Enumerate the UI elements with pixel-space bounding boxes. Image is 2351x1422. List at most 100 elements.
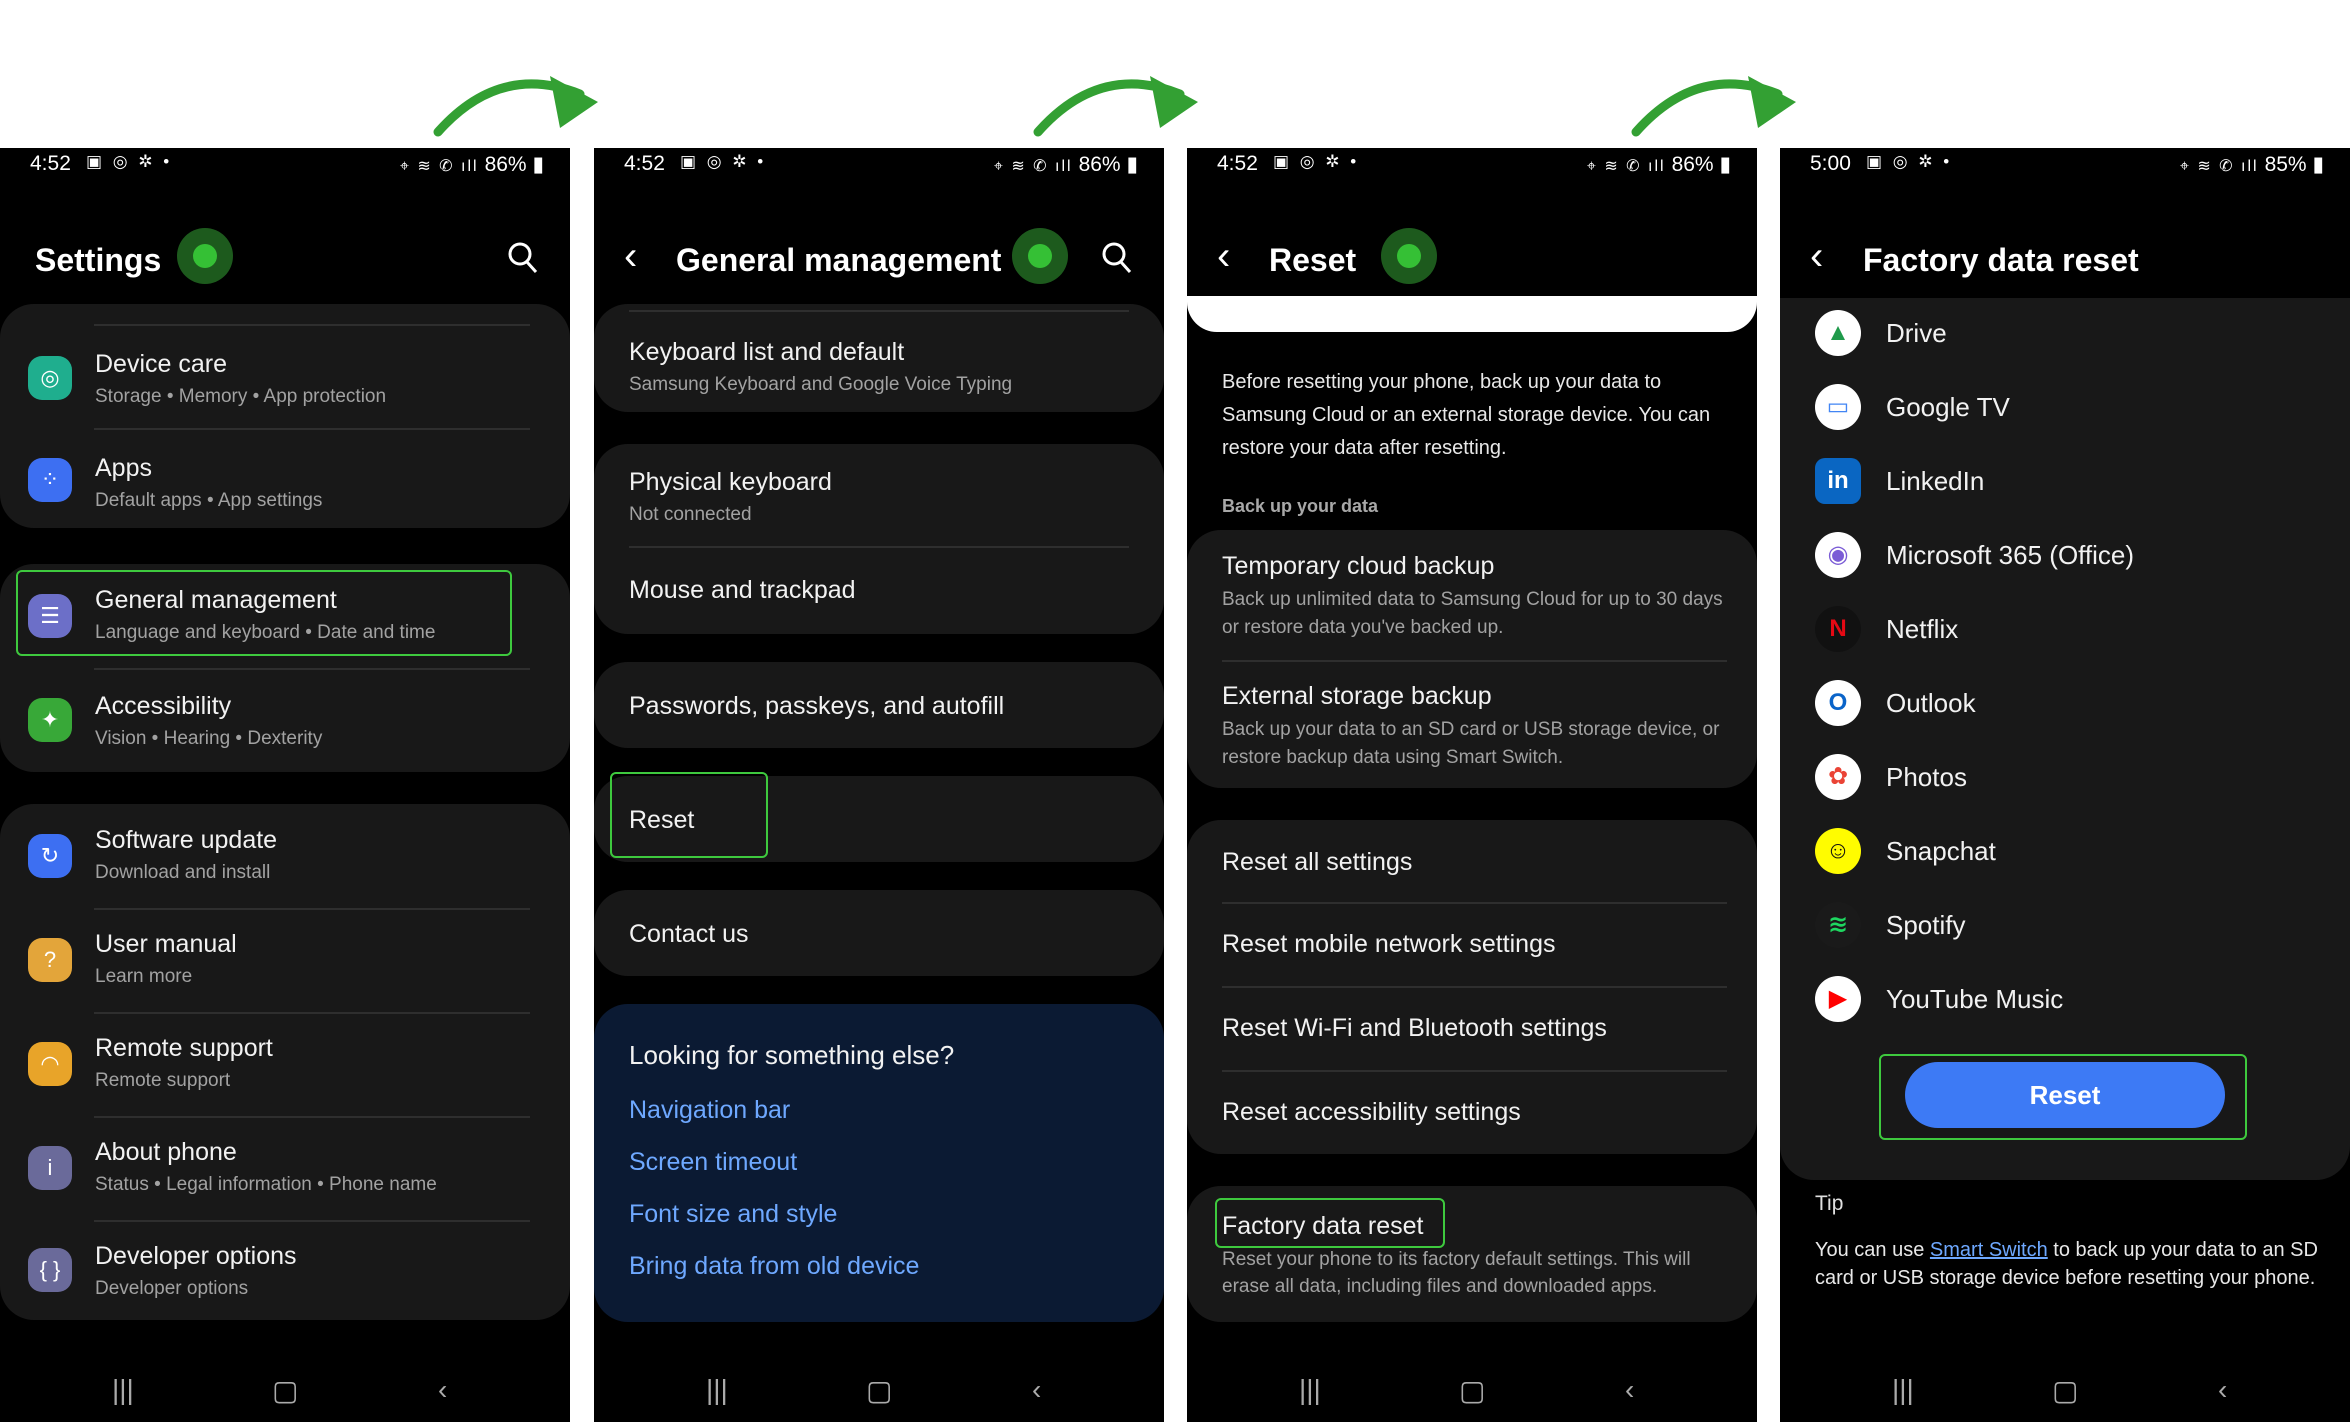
accessibility-icon: ✦ bbox=[28, 698, 72, 742]
settings-card: Passwords, passkeys, and autofill bbox=[594, 662, 1164, 748]
item-reset-accessibility[interactable]: Reset accessibility settings bbox=[1187, 1072, 1757, 1154]
back-arrow-icon[interactable]: ‹ bbox=[624, 236, 637, 276]
page-title: General management bbox=[676, 242, 1002, 278]
notification-icons: ▣ ◎ ✲ • bbox=[680, 152, 767, 171]
notification-icons: ▣ ◎ ✲ • bbox=[86, 152, 173, 171]
nav-bar: ||| ▢ ‹ bbox=[1187, 1374, 1757, 1414]
factory-reset-card: Factory data reset Reset your phone to i… bbox=[1187, 1186, 1757, 1322]
snapchat-icon: ☺ bbox=[1815, 828, 1861, 874]
back-icon[interactable]: ‹ bbox=[438, 1374, 447, 1406]
suggestions-card: Looking for something else? Navigation b… bbox=[594, 1004, 1164, 1322]
header: ‹ General management bbox=[594, 228, 1164, 292]
app-list-card: ▲ Drive ▭ Google TV in LinkedIn ◉ Micros… bbox=[1780, 298, 2350, 1180]
item-reset-mobile-network[interactable]: Reset mobile network settings bbox=[1187, 904, 1757, 986]
settings-card: ↻ Software update Download and install ?… bbox=[0, 804, 570, 1320]
back-icon[interactable]: ‹ bbox=[1625, 1374, 1634, 1406]
status-time: 4:52 bbox=[1217, 152, 1258, 175]
section-header: Back up your data bbox=[1222, 496, 1379, 516]
youtube-music-icon: ▶ bbox=[1815, 976, 1861, 1022]
settings-item-developer-options[interactable]: { } Developer options Developer options bbox=[0, 1222, 570, 1318]
outlook-icon: O bbox=[1815, 680, 1861, 726]
home-icon[interactable]: ▢ bbox=[272, 1374, 298, 1407]
backup-card: Temporary cloud backup Back up unlimited… bbox=[1187, 530, 1757, 788]
link-font-size-style[interactable]: Font size and style bbox=[629, 1200, 837, 1229]
back-icon[interactable]: ‹ bbox=[1032, 1374, 1041, 1406]
headset-icon: ◠ bbox=[28, 1042, 72, 1086]
nav-bar: ||| ▢ ‹ bbox=[1780, 1374, 2350, 1414]
page-title: Factory data reset bbox=[1863, 242, 2139, 278]
item-passwords-autofill[interactable]: Passwords, passkeys, and autofill bbox=[594, 662, 1164, 748]
info-icon: i bbox=[28, 1146, 72, 1190]
app-item-google-tv: ▭ Google TV bbox=[1780, 372, 2350, 442]
item-reset-wifi-bluetooth[interactable]: Reset Wi-Fi and Bluetooth settings bbox=[1187, 988, 1757, 1070]
item-keyboard-list[interactable]: Keyboard list and default Samsung Keyboa… bbox=[594, 312, 1164, 412]
status-battery: 86% bbox=[1671, 153, 1714, 176]
page-title: Settings bbox=[35, 242, 162, 278]
settings-item-device-care[interactable]: ◎ Device care Storage • Memory • App pro… bbox=[0, 334, 570, 424]
recents-icon[interactable]: ||| bbox=[706, 1374, 728, 1406]
app-item-snapchat: ☺ Snapchat bbox=[1780, 816, 2350, 886]
settings-item-about-phone[interactable]: i About phone Status • Legal information… bbox=[0, 1118, 570, 1218]
google-tv-icon: ▭ bbox=[1815, 384, 1861, 430]
back-arrow-icon[interactable]: ‹ bbox=[1217, 236, 1230, 276]
status-dot-icon bbox=[1012, 228, 1068, 284]
google-photos-icon: ✿ bbox=[1815, 754, 1861, 800]
google-drive-icon: ▲ bbox=[1815, 310, 1861, 356]
nav-bar: ||| ▢ ‹ bbox=[594, 1374, 1164, 1414]
microsoft-365-icon: ◉ bbox=[1815, 532, 1861, 578]
screen-general-management: 4:52 ▣ ◎ ✲ • ⌖ ≋ ✆ ıll 86% ▮ ‹ General ma… bbox=[594, 148, 1164, 1422]
item-temporary-cloud-backup[interactable]: Temporary cloud backup Back up unlimited… bbox=[1187, 530, 1757, 658]
screen-settings: 4:52 ▣ ◎ ✲ • ⌖ ≋ ✆ ıll 86% ▮ Settings ◎ D… bbox=[0, 148, 570, 1422]
manual-icon: ? bbox=[28, 938, 72, 982]
link-navigation-bar[interactable]: Navigation bar bbox=[629, 1096, 790, 1125]
item-mouse-trackpad[interactable]: Mouse and trackpad bbox=[594, 548, 1164, 634]
app-item-netflix: N Netflix bbox=[1780, 594, 2350, 664]
settings-item-user-manual[interactable]: ? User manual Learn more bbox=[0, 910, 570, 1010]
header: Settings bbox=[0, 228, 570, 292]
netflix-icon: N bbox=[1815, 606, 1861, 652]
item-physical-keyboard[interactable]: Physical keyboard Not connected bbox=[594, 444, 1164, 544]
step-arrow-icon bbox=[433, 76, 598, 137]
header: ‹ Factory data reset bbox=[1780, 228, 2350, 292]
link-bring-data[interactable]: Bring data from old device bbox=[629, 1252, 919, 1281]
item-contact-us[interactable]: Contact us bbox=[594, 890, 1164, 976]
back-arrow-icon[interactable]: ‹ bbox=[1810, 236, 1823, 276]
search-icon[interactable] bbox=[508, 240, 538, 276]
status-battery: 86% bbox=[484, 153, 527, 176]
settings-item-apps[interactable]: ⁘ Apps Default apps • App settings bbox=[0, 434, 570, 524]
screen-factory-data-reset: 5:00 ▣ ◎ ✲ • ⌖ ≋ ✆ ıll 85% ▮ ‹ Factory da… bbox=[1780, 148, 2350, 1422]
status-bar: 4:52 ▣ ◎ ✲ • ⌖ ≋ ✆ ıll 86% ▮ bbox=[30, 152, 544, 176]
reset-button[interactable]: Reset bbox=[1905, 1062, 2225, 1128]
spotify-icon: ≋ bbox=[1815, 902, 1861, 948]
recents-icon[interactable]: ||| bbox=[1892, 1374, 1914, 1406]
signal-icons: ⌖ ≋ ✆ ıll bbox=[1586, 158, 1666, 175]
smart-switch-link[interactable]: Smart Switch bbox=[1930, 1239, 2048, 1261]
settings-card: Contact us bbox=[594, 890, 1164, 976]
search-icon[interactable] bbox=[1102, 240, 1132, 276]
status-time: 5:00 bbox=[1810, 152, 1851, 175]
reset-options-card: Reset all settings Reset mobile network … bbox=[1187, 820, 1757, 1154]
home-icon[interactable]: ▢ bbox=[2052, 1374, 2078, 1407]
recents-icon[interactable]: ||| bbox=[112, 1374, 134, 1406]
link-screen-timeout[interactable]: Screen timeout bbox=[629, 1148, 797, 1177]
status-battery: 85% bbox=[2264, 153, 2307, 176]
nav-bar: ||| ▢ ‹ bbox=[0, 1374, 570, 1414]
app-item-photos: ✿ Photos bbox=[1780, 742, 2350, 812]
status-battery: 86% bbox=[1078, 153, 1121, 176]
recents-icon[interactable]: ||| bbox=[1299, 1374, 1321, 1406]
status-dot-icon bbox=[177, 228, 233, 284]
device-care-icon: ◎ bbox=[28, 356, 72, 400]
highlight-box bbox=[610, 772, 768, 858]
screen-reset: 4:52 ▣ ◎ ✲ • ⌖ ≋ ✆ ıll 86% ▮ ‹ Reset Befo… bbox=[1187, 148, 1757, 1422]
home-icon[interactable]: ▢ bbox=[1459, 1374, 1485, 1407]
settings-item-remote-support[interactable]: ◠ Remote support Remote support bbox=[0, 1014, 570, 1114]
status-time: 4:52 bbox=[624, 152, 665, 175]
status-bar: 4:52 ▣ ◎ ✲ • ⌖ ≋ ✆ ıll 86% ▮ bbox=[624, 152, 1138, 176]
settings-item-software-update[interactable]: ↻ Software update Download and install bbox=[0, 804, 570, 904]
settings-item-accessibility[interactable]: ✦ Accessibility Vision • Hearing • Dexte… bbox=[0, 672, 570, 768]
header: ‹ Reset bbox=[1187, 228, 1757, 292]
home-icon[interactable]: ▢ bbox=[866, 1374, 892, 1407]
item-external-storage-backup[interactable]: External storage backup Back up your dat… bbox=[1187, 662, 1757, 788]
item-reset-all-settings[interactable]: Reset all settings bbox=[1187, 820, 1757, 902]
back-icon[interactable]: ‹ bbox=[2218, 1374, 2227, 1406]
